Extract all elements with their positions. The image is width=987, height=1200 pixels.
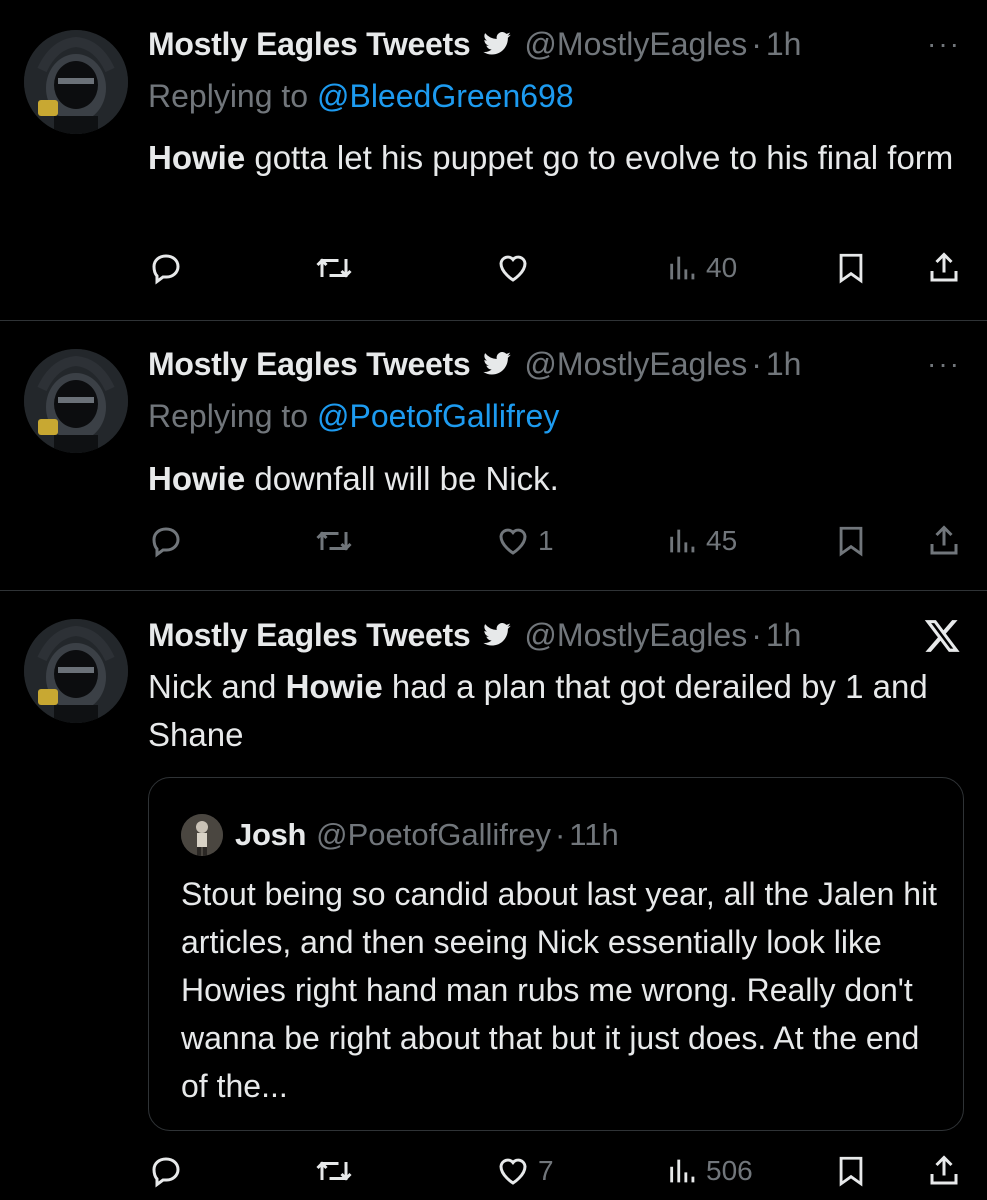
timestamp[interactable]: 1h <box>766 346 802 383</box>
heart-icon <box>499 528 527 555</box>
separator-dot: · <box>751 345 762 382</box>
bird-icon <box>482 349 512 379</box>
share-button[interactable] <box>926 248 962 288</box>
reply-button[interactable] <box>148 1151 184 1191</box>
tweet-1[interactable]: Mostly Eagles Tweets @MostlyEagles · 1h … <box>0 0 987 320</box>
bookmark-button[interactable] <box>834 1151 868 1191</box>
like-count: 1 <box>538 525 554 556</box>
x-logo-icon[interactable] <box>923 617 963 660</box>
author-name[interactable]: Mostly Eagles Tweets <box>148 617 471 654</box>
views-count: 506 <box>706 1155 753 1186</box>
share-icon <box>930 252 958 282</box>
bookmark-button[interactable] <box>834 248 868 288</box>
views-count: 45 <box>706 525 738 556</box>
retweet-icon <box>316 1161 352 1181</box>
replying-to: Replying to @PoetofGallifrey <box>148 398 559 435</box>
action-bar: 7 506 <box>148 1151 968 1191</box>
tweet-header: Mostly Eagles Tweets @MostlyEagles · 1h <box>148 344 801 384</box>
quoted-timestamp: 11h <box>569 817 619 852</box>
views-icon <box>670 1159 695 1183</box>
views-count: 40 <box>706 252 738 283</box>
action-bar: 40 <box>148 248 968 288</box>
views-icon <box>670 529 695 553</box>
retweet-icon <box>316 531 352 551</box>
like-count: 7 <box>538 1155 554 1186</box>
author-avatar[interactable] <box>24 30 128 134</box>
share-icon <box>930 525 958 555</box>
like-button[interactable]: 1 <box>494 521 554 561</box>
reply-icon <box>152 1157 180 1188</box>
views-button[interactable]: 45 <box>666 521 737 561</box>
reply-button[interactable] <box>148 248 184 288</box>
quoted-header: Josh @PoetofGallifrey · 11h <box>235 814 619 856</box>
replying-to: Replying to @BleedGreen698 <box>148 78 574 115</box>
tweet-text-rest: gotta let his puppet go to evolve to his… <box>245 139 954 176</box>
bookmark-icon <box>839 526 863 557</box>
views-button[interactable]: 506 <box>666 1151 753 1191</box>
author-name[interactable]: Mostly Eagles Tweets <box>148 26 471 63</box>
tweet-text: Howie gotta let his puppet go to evolve … <box>148 134 968 182</box>
heart-icon <box>499 1158 527 1185</box>
quoted-author-avatar <box>181 814 223 856</box>
share-button[interactable] <box>926 1151 962 1191</box>
tweet-text-rest: downfall will be Nick. <box>245 460 559 497</box>
separator-dot: · <box>751 25 762 62</box>
bird-icon <box>482 620 512 650</box>
share-icon <box>930 1155 958 1185</box>
timestamp[interactable]: 1h <box>766 26 802 63</box>
quoted-author-name: Josh <box>235 817 307 852</box>
reply-icon <box>152 527 180 558</box>
author-handle[interactable]: @MostlyEagles <box>524 617 747 654</box>
bird-icon <box>482 29 512 59</box>
share-button[interactable] <box>926 521 962 561</box>
mention-link[interactable]: @BleedGreen698 <box>317 78 574 114</box>
author-handle[interactable]: @MostlyEagles <box>524 26 747 63</box>
tweet-text-bold: Howie <box>285 668 383 705</box>
bookmark-button[interactable] <box>834 521 868 561</box>
separator-dot: · <box>554 817 566 852</box>
tweet-text-pre: Nick and <box>148 668 286 705</box>
tweet-text-bold: Howie <box>148 460 246 497</box>
like-button[interactable] <box>494 248 538 288</box>
author-handle[interactable]: @MostlyEagles <box>524 346 747 383</box>
views-icon <box>670 256 695 280</box>
mention-link[interactable]: @PoetofGallifrey <box>317 398 559 434</box>
tweet-text: Nick and Howie had a plan that got derai… <box>148 663 968 759</box>
views-button[interactable]: 40 <box>666 248 737 288</box>
author-name[interactable]: Mostly Eagles Tweets <box>148 346 471 383</box>
bookmark-icon <box>839 1156 863 1187</box>
reply-icon <box>152 254 180 285</box>
retweet-icon <box>316 258 352 278</box>
bookmark-icon <box>839 253 863 284</box>
quoted-author-handle: @PoetofGallifrey <box>316 817 551 852</box>
quoted-text: Stout being so candid about last year, a… <box>181 876 938 1104</box>
tweet-text-bold: Howie <box>148 139 246 176</box>
retweet-button[interactable] <box>314 1151 354 1191</box>
reply-button[interactable] <box>148 521 184 561</box>
retweet-button[interactable] <box>314 248 354 288</box>
quoted-tweet[interactable]: Josh @PoetofGallifrey · 11h Stout being … <box>148 777 964 1131</box>
tweet-3[interactable]: Mostly Eagles Tweets @MostlyEagles · 1h … <box>0 591 987 1200</box>
tweet-header: Mostly Eagles Tweets @MostlyEagles · 1h <box>148 615 801 655</box>
like-button[interactable]: 7 <box>494 1151 554 1191</box>
retweet-button[interactable] <box>314 521 354 561</box>
separator-dot: · <box>751 616 762 653</box>
author-avatar[interactable] <box>24 349 128 453</box>
heart-icon <box>499 255 527 282</box>
more-options-button[interactable]: ··· <box>927 348 961 380</box>
tweet-text: Howie downfall will be Nick. <box>148 455 968 503</box>
tweet-header: Mostly Eagles Tweets @MostlyEagles · 1h <box>148 24 801 64</box>
author-avatar[interactable] <box>24 619 128 723</box>
more-options-button[interactable]: ··· <box>927 28 961 60</box>
replying-prefix: Replying to <box>148 398 309 434</box>
tweet-2[interactable]: Mostly Eagles Tweets @MostlyEagles · 1h … <box>0 321 987 589</box>
action-bar: 1 45 <box>148 521 968 561</box>
timestamp[interactable]: 1h <box>766 617 802 654</box>
replying-prefix: Replying to <box>148 78 309 114</box>
